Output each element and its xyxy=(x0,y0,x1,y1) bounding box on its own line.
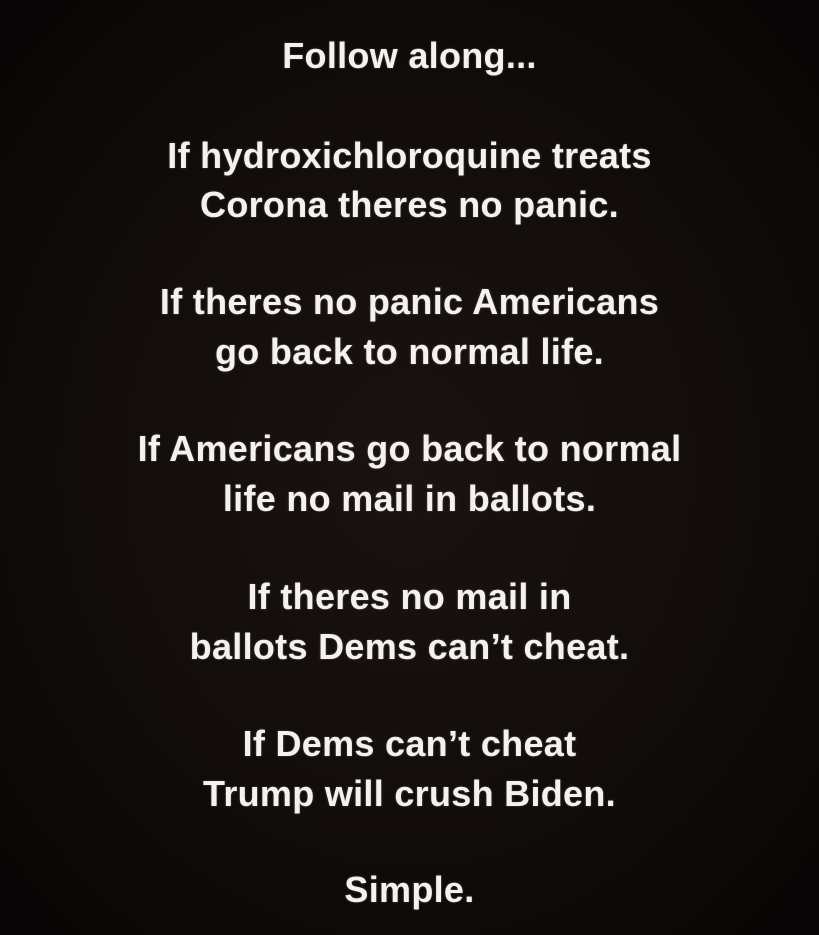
closing-line: Simple. xyxy=(344,869,475,910)
statement-4-line-1: If theres no mail in xyxy=(247,576,572,617)
intro-line: Follow along... xyxy=(282,35,537,76)
statement-2-line-2: go back to normal life. xyxy=(215,331,604,372)
statement-3-line-1: If Americans go back to normal xyxy=(137,428,682,469)
statement-5-line-2: Trump will crush Biden. xyxy=(203,773,616,814)
statement-5-line-1: If Dems can’t cheat xyxy=(242,723,577,764)
statement-1-line-1: If hydroxichloroquine treats xyxy=(167,135,652,176)
statement-2-line-1: If theres no panic Americans xyxy=(159,281,660,322)
statement-1-line-2: Corona theres no panic. xyxy=(200,184,619,225)
statement-3-line-2: life no mail in ballots. xyxy=(222,478,597,519)
text-image: Follow along... If hydroxichloroquine tr… xyxy=(0,0,819,935)
statement-4-line-2: ballots Dems can’t cheat. xyxy=(189,626,630,667)
